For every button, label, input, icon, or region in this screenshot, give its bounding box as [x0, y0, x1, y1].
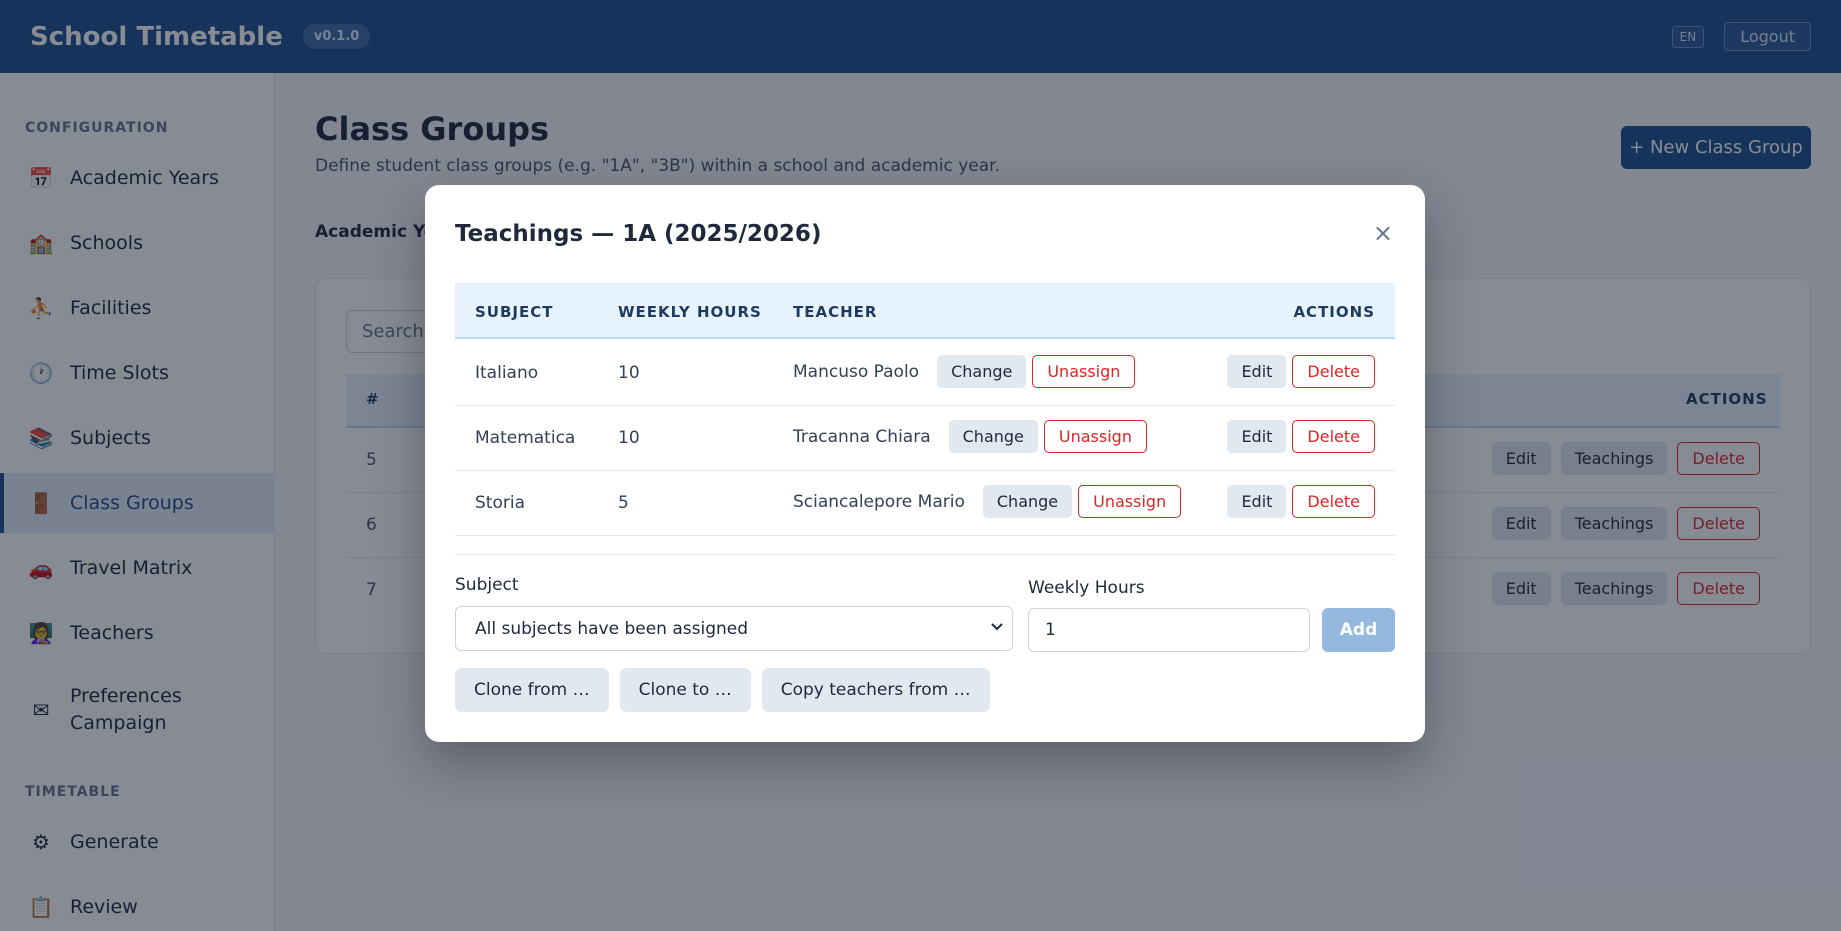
clone-to-button[interactable]: Clone to … [619, 668, 751, 712]
row-actions: Edit Delete [1227, 485, 1375, 518]
chevron-down-icon [990, 618, 1004, 637]
delete-button[interactable]: Delete [1292, 420, 1375, 453]
row-actions: Edit Delete [1227, 420, 1375, 453]
modal-title: Teachings — 1A (2025/2026) [455, 221, 822, 247]
table-row: Storia 5 Sciancalepore Mario Change Unas… [455, 471, 1395, 536]
teacher-name: Sciancalepore Mario [793, 491, 965, 512]
subject-select-value: All subjects have been assigned [475, 618, 749, 639]
teachings-table-header: SUBJECT WEEKLY HOURS TEACHER ACTIONS [455, 283, 1395, 339]
column-header-actions: ACTIONS [1293, 303, 1375, 321]
edit-button[interactable]: Edit [1227, 355, 1287, 388]
add-button[interactable]: Add [1322, 608, 1395, 652]
delete-button[interactable]: Delete [1292, 485, 1375, 518]
weekly-hours-cell: 10 [618, 363, 640, 383]
delete-button[interactable]: Delete [1292, 355, 1375, 388]
copy-teachers-button[interactable]: Copy teachers from … [761, 668, 990, 712]
teacher-cell: Tracanna Chiara Change Unassign [793, 420, 1147, 453]
subject-cell: Matematica [475, 428, 576, 448]
teacher-name: Mancuso Paolo [793, 361, 920, 382]
teacher-name: Tracanna Chiara [793, 426, 931, 447]
unassign-teacher-button[interactable]: Unassign [1078, 485, 1182, 518]
unassign-teacher-button[interactable]: Unassign [1032, 355, 1136, 388]
divider [455, 554, 1395, 555]
subject-select[interactable]: All subjects have been assigned [455, 606, 1013, 651]
table-row: Matematica 10 Tracanna Chiara Change Una… [455, 406, 1395, 471]
edit-button[interactable]: Edit [1227, 485, 1287, 518]
subject-cell: Italiano [475, 363, 539, 383]
clone-from-button[interactable]: Clone from … [455, 668, 609, 712]
weekly-hours-cell: 10 [618, 428, 640, 448]
column-header-teacher: TEACHER [793, 303, 878, 321]
close-icon[interactable]: × [1373, 219, 1393, 247]
clone-actions: Clone from … Clone to … Copy teachers fr… [455, 668, 990, 712]
weekly-hours-cell: 5 [618, 493, 629, 513]
weekly-hours-label: Weekly Hours [1028, 578, 1145, 598]
change-teacher-button[interactable]: Change [948, 420, 1038, 453]
column-header-subject: SUBJECT [475, 303, 554, 321]
row-actions: Edit Delete [1227, 355, 1375, 388]
teacher-cell: Mancuso Paolo Change Unassign [793, 355, 1136, 388]
unassign-teacher-button[interactable]: Unassign [1043, 420, 1147, 453]
weekly-hours-input[interactable]: 1 [1028, 608, 1310, 652]
table-row: Italiano 10 Mancuso Paolo Change Unassig… [455, 341, 1395, 406]
column-header-weekly-hours: WEEKLY HOURS [618, 303, 762, 321]
subject-label: Subject [455, 575, 519, 595]
teachings-modal: Teachings — 1A (2025/2026) × SUBJECT WEE… [425, 185, 1425, 742]
edit-button[interactable]: Edit [1227, 420, 1287, 453]
subject-cell: Storia [475, 493, 525, 513]
change-teacher-button[interactable]: Change [982, 485, 1073, 518]
teacher-cell: Sciancalepore Mario Change Unassign [793, 485, 1182, 518]
change-teacher-button[interactable]: Change [937, 355, 1027, 388]
